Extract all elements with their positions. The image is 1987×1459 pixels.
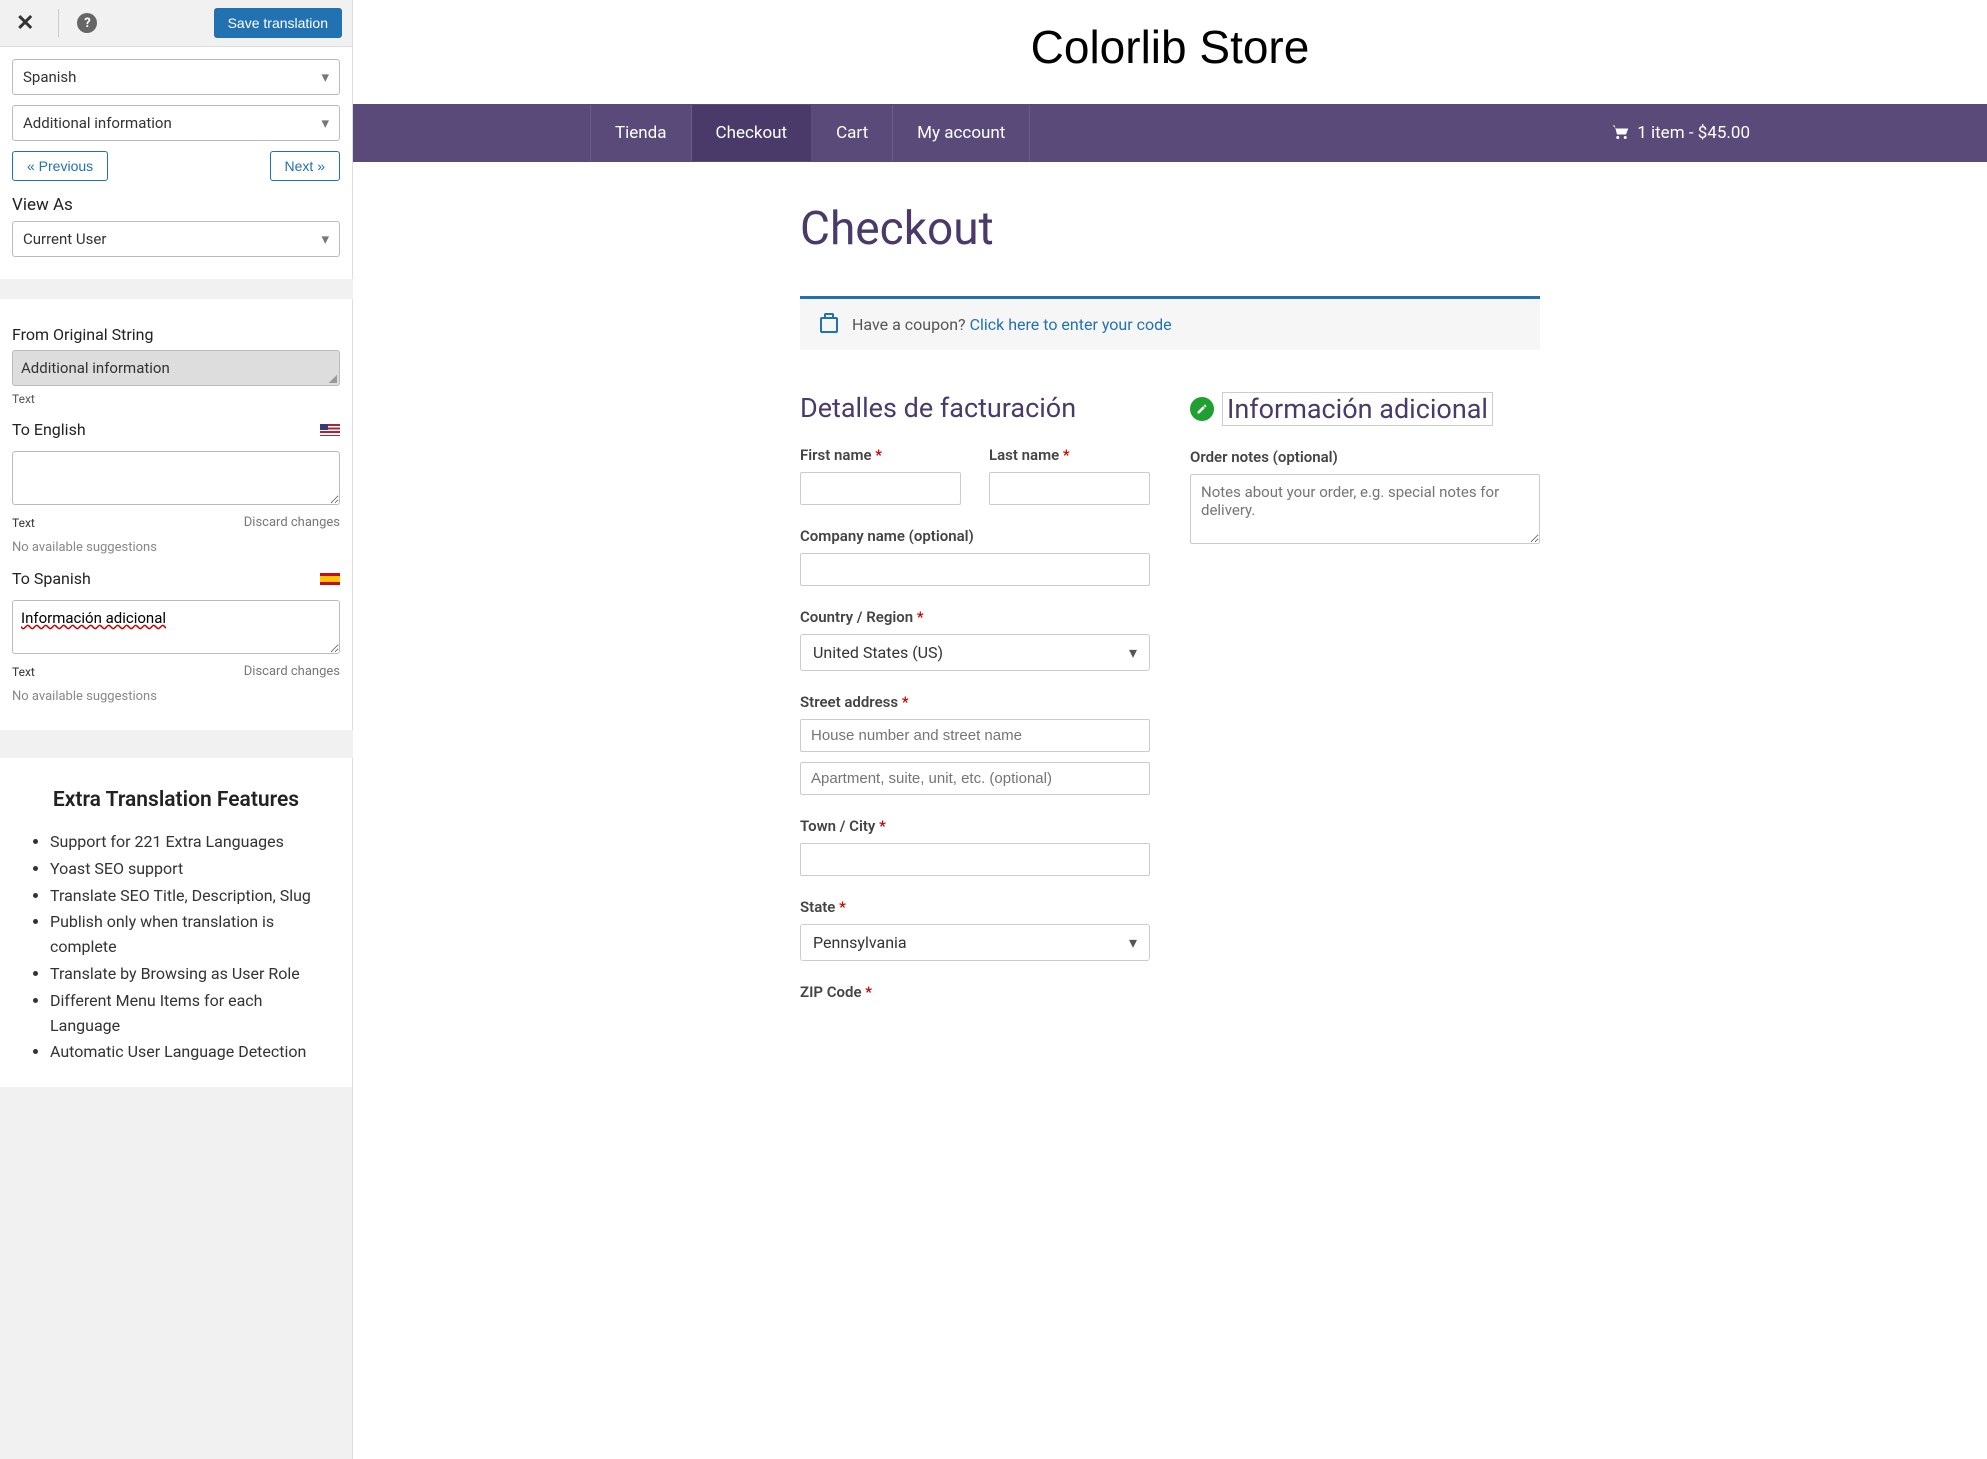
- cart-summary-text: 1 item - $45.00: [1637, 123, 1750, 143]
- feature-item: Publish only when translation is complet…: [50, 910, 330, 960]
- text-label-en: Text: [12, 516, 35, 530]
- from-original-label: From Original String: [12, 325, 340, 344]
- first-name-label: First name *: [800, 446, 961, 464]
- last-name-label: Last name *: [989, 446, 1150, 464]
- view-as-select[interactable]: Current User: [12, 221, 340, 257]
- country-label: Country / Region *: [800, 608, 1150, 626]
- sidebar-header: ✕ ? Save translation: [0, 0, 352, 47]
- nav-item-checkout[interactable]: Checkout: [692, 105, 813, 161]
- next-button[interactable]: Next »: [270, 151, 340, 181]
- close-icon[interactable]: ✕: [10, 11, 40, 36]
- feature-item: Translate SEO Title, Description, Slug: [50, 884, 330, 909]
- original-string-box: Additional information: [12, 350, 340, 386]
- discard-changes-es[interactable]: Discard changes: [244, 664, 340, 679]
- feature-item: Translate by Browsing as User Role: [50, 962, 330, 987]
- features-list: Support for 221 Extra LanguagesYoast SEO…: [22, 830, 330, 1065]
- to-spanish-label: To Spanish: [12, 569, 91, 588]
- billing-heading: Detalles de facturación: [800, 392, 1150, 424]
- to-english-label: To English: [12, 420, 86, 439]
- language-select[interactable]: Spanish: [12, 59, 340, 95]
- feature-item: Automatic User Language Detection: [50, 1040, 330, 1065]
- previous-button[interactable]: « Previous: [12, 151, 108, 181]
- spanish-translation-input[interactable]: Información adicional: [12, 600, 340, 654]
- text-label-es: Text: [12, 665, 35, 679]
- state-select[interactable]: Pennsylvania: [800, 924, 1150, 961]
- string-select[interactable]: Additional information: [12, 105, 340, 141]
- store-title: Colorlib Store: [353, 0, 1987, 104]
- street-label: Street address *: [800, 693, 1150, 711]
- additional-column: Información adicional Order notes (optio…: [1190, 392, 1540, 1023]
- street-input-1[interactable]: [800, 719, 1150, 752]
- town-label: Town / City *: [800, 817, 1150, 835]
- zip-label: ZIP Code *: [800, 983, 1150, 1001]
- flag-es-icon: [320, 573, 340, 585]
- first-name-input[interactable]: [800, 472, 961, 505]
- cart-summary[interactable]: 1 item - $45.00: [1611, 123, 1750, 143]
- text-label: Text: [12, 392, 340, 406]
- save-translation-button[interactable]: Save translation: [214, 8, 342, 38]
- divider: [58, 9, 59, 37]
- last-name-input[interactable]: [989, 472, 1150, 505]
- features-heading: Extra Translation Features: [22, 788, 330, 812]
- order-notes-input[interactable]: [1190, 474, 1540, 544]
- feature-item: Support for 221 Extra Languages: [50, 830, 330, 855]
- feature-item: Different Menu Items for each Language: [50, 989, 330, 1039]
- company-label: Company name (optional): [800, 527, 1150, 545]
- nav-items: TiendaCheckoutCartMy account: [590, 105, 1030, 161]
- coupon-icon: [820, 317, 838, 333]
- no-suggestions-es: No available suggestions: [12, 689, 340, 704]
- additional-heading[interactable]: Información adicional: [1222, 392, 1493, 426]
- town-input[interactable]: [800, 843, 1150, 876]
- coupon-notice: Have a coupon? Click here to enter your …: [800, 296, 1540, 350]
- store-navbar: TiendaCheckoutCartMy account 1 item - $4…: [353, 104, 1987, 162]
- state-label: State *: [800, 898, 1150, 916]
- feature-item: Yoast SEO support: [50, 857, 330, 882]
- company-input[interactable]: [800, 553, 1150, 586]
- flag-us-icon: [320, 424, 340, 436]
- view-as-label: View As: [12, 195, 340, 215]
- discard-changes-en[interactable]: Discard changes: [244, 515, 340, 530]
- billing-column: Detalles de facturación First name * Las…: [800, 392, 1150, 1023]
- help-icon[interactable]: ?: [77, 13, 97, 33]
- nav-item-my-account[interactable]: My account: [893, 105, 1030, 161]
- cart-icon: [1611, 125, 1629, 141]
- translation-sidebar: ✕ ? Save translation Spanish Additional …: [0, 0, 353, 1459]
- pencil-icon: [1196, 403, 1208, 415]
- no-suggestions-en: No available suggestions: [12, 540, 340, 555]
- country-select[interactable]: United States (US): [800, 634, 1150, 671]
- nav-item-tienda[interactable]: Tienda: [590, 105, 692, 161]
- english-translation-input[interactable]: [12, 451, 340, 505]
- coupon-link[interactable]: Click here to enter your code: [970, 315, 1172, 334]
- page-title: Checkout: [800, 202, 1540, 256]
- coupon-prompt: Have a coupon?: [852, 315, 970, 334]
- preview-pane: Colorlib Store TiendaCheckoutCartMy acco…: [353, 0, 1987, 1459]
- nav-item-cart[interactable]: Cart: [812, 105, 893, 161]
- edit-translation-badge[interactable]: [1190, 397, 1214, 421]
- street-input-2[interactable]: [800, 762, 1150, 795]
- order-notes-label: Order notes (optional): [1190, 448, 1540, 466]
